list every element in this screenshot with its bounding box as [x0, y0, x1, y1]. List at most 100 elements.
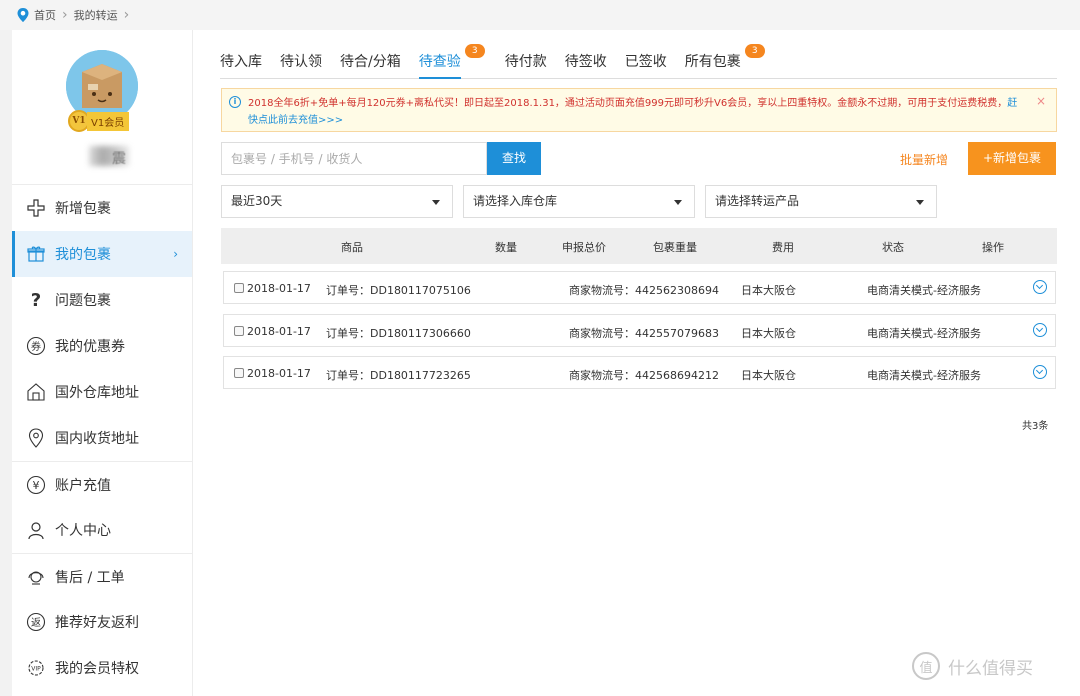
user-icon — [26, 520, 46, 540]
expand-chevron-icon[interactable] — [1033, 280, 1047, 294]
sidebar-item-label: 新增包裹 — [55, 201, 111, 217]
tab-label: 已签收 — [624, 54, 667, 70]
username: 震 — [112, 151, 126, 167]
row-warehouse: 日本大阪仓 — [741, 327, 796, 340]
sidebar-item-coupons[interactable]: 券 我的优惠券 — [12, 323, 192, 369]
tab-pending-signoff[interactable]: 待签收 — [565, 42, 607, 79]
location-pin-icon — [26, 428, 46, 448]
product-select[interactable]: 请选择转运产品 — [705, 185, 937, 218]
sidebar-item-label: 我的优惠券 — [55, 339, 125, 355]
batch-add-link[interactable]: 批量新增 — [900, 151, 948, 168]
warehouse-icon — [26, 382, 46, 402]
caret-down-icon — [432, 200, 440, 205]
breadcrumb-home-link[interactable]: 首页 — [34, 7, 56, 23]
add-package-button[interactable]: +新增包裹 — [968, 142, 1056, 175]
tab-label: 待签收 — [564, 54, 607, 70]
sidebar-item-referral[interactable]: 返 推荐好友返利 — [12, 599, 192, 645]
column-header: 商品 — [341, 241, 363, 254]
row-service: 电商清关模式-经济服务 — [867, 369, 981, 382]
row-checkbox[interactable] — [234, 283, 244, 293]
sidebar-item-recharge[interactable]: ¥ 账户充值 — [12, 461, 192, 507]
info-icon: i — [229, 96, 241, 108]
site-watermark: 值 什么值得买 — [912, 652, 1033, 680]
search-button[interactable]: 查找 — [487, 142, 541, 175]
table-row: 2018-01-17 订单号：DD180117075106 商家物流号：4425… — [223, 271, 1056, 304]
row-warehouse: 日本大阪仓 — [741, 284, 796, 297]
sidebar-item-overseas-warehouse[interactable]: 国外仓库地址 — [12, 369, 192, 415]
sidebar-item-domestic-address[interactable]: 国内收货地址 — [12, 415, 192, 461]
row-tracking-number: 商家物流号：442562308694 — [569, 284, 719, 297]
search-input[interactable] — [221, 142, 487, 175]
select-value: 请选择转运产品 — [715, 194, 800, 208]
vip-label: V1会员 — [87, 111, 130, 131]
svg-text:¥: ¥ — [33, 479, 40, 492]
sidebar-item-label: 售后 / 工单 — [55, 569, 125, 586]
row-tracking-number: 商家物流号：442557079683 — [569, 327, 719, 340]
sidebar-item-personal-center[interactable]: 个人中心 — [12, 507, 192, 553]
location-pin-icon — [17, 8, 29, 22]
headset-icon — [26, 567, 46, 587]
column-header: 操作 — [982, 241, 1004, 254]
tab-label: 待认领 — [280, 54, 322, 70]
count-badge: 3 — [744, 44, 765, 58]
sidebar-item-label: 国内收货地址 — [55, 431, 139, 447]
sidebar-item-label: 问题包裹 — [55, 293, 111, 309]
sidebar-item-after-sales[interactable]: 售后 / 工单 — [12, 553, 192, 599]
row-tracking-number: 商家物流号：442568694212 — [569, 369, 719, 382]
svg-text:券: 券 — [31, 340, 41, 353]
date-range-select[interactable]: 最近30天 — [221, 185, 453, 218]
warehouse-select[interactable]: 请选择入库仓库 — [463, 185, 695, 218]
tab-label: 待付款 — [504, 54, 547, 70]
chevron-right-icon: › — [173, 247, 178, 261]
breadcrumb-current-link[interactable]: 我的转运 — [74, 7, 118, 23]
tab-label: 待合/分箱 — [340, 54, 401, 70]
column-header: 包裹重量 — [653, 241, 697, 254]
user-profile: V1 V1会员 震 — [12, 30, 192, 185]
count-badge: 3 — [464, 44, 485, 58]
vip-badge: V1 V1会员 — [68, 110, 130, 132]
yen-icon: ¥ — [26, 475, 46, 495]
sidebar-item-label: 推荐好友返利 — [55, 615, 139, 631]
row-warehouse: 日本大阪仓 — [741, 369, 796, 382]
tab-pending-inspection[interactable]: 待查验 3 — [418, 42, 485, 79]
sidebar-item-label: 账户充值 — [55, 477, 111, 494]
sidebar-item-my-packages[interactable]: 我的包裹 › — [12, 231, 192, 277]
row-date: 2018-01-17 — [247, 367, 311, 380]
table-row: 2018-01-17 订单号：DD180117306660 商家物流号：4425… — [223, 314, 1056, 347]
sidebar-item-problem-packages[interactable]: ? 问题包裹 — [12, 277, 192, 323]
plus-icon — [26, 198, 46, 218]
tab-signed[interactable]: 已签收 — [625, 42, 667, 79]
row-checkbox[interactable] — [234, 326, 244, 336]
caret-down-icon — [916, 200, 924, 205]
row-service: 电商清关模式-经济服务 — [867, 327, 981, 340]
sidebar: V1 V1会员 震 新增包裹 我的包裹 › ? 问题包裹 券 我的优惠券 国外仓… — [12, 30, 193, 696]
select-value: 请选择入库仓库 — [473, 194, 558, 208]
sidebar-item-label: 国外仓库地址 — [55, 385, 139, 401]
table-header: 商品 数量 申报总价 包裹重量 费用 状态 操作 — [221, 228, 1057, 264]
sidebar-item-add-package[interactable]: 新增包裹 — [12, 185, 192, 231]
expand-chevron-icon[interactable] — [1033, 323, 1047, 337]
sidebar-item-vip-privileges[interactable]: VIP 我的会员特权 — [12, 645, 192, 691]
sidebar-item-label: 我的包裹 — [55, 247, 111, 263]
row-service: 电商清关模式-经济服务 — [867, 284, 981, 297]
row-order-number: 订单号：DD180117075106 — [326, 284, 471, 297]
watermark-logo-icon: 值 — [912, 652, 940, 680]
row-date: 2018-01-17 — [247, 325, 311, 338]
tab-all-packages[interactable]: 所有包裹 3 — [685, 42, 765, 79]
tab-pending-claim[interactable]: 待认领 — [280, 42, 322, 79]
tab-pending-inbound[interactable]: 待入库 — [220, 42, 262, 79]
status-tabs: 待入库 待认领 待合/分箱 待查验 3 待付款 待签收 已签收 所有包裹 3 — [220, 42, 1057, 79]
sidebar-item-label: 我的会员特权 — [55, 661, 139, 677]
row-checkbox[interactable] — [234, 368, 244, 378]
close-icon[interactable]: × — [1036, 93, 1046, 110]
chevron-right-icon: › — [123, 7, 130, 23]
row-order-number: 订单号：DD180117306660 — [326, 327, 471, 340]
notice-text: 2018全年6折+免单+每月120元券+离私代买！即日起至2018.1.31，通… — [248, 98, 1008, 109]
column-header: 费用 — [772, 241, 794, 254]
tab-pending-payment[interactable]: 待付款 — [505, 42, 547, 79]
expand-chevron-icon[interactable] — [1033, 365, 1047, 379]
column-header: 申报总价 — [562, 241, 606, 254]
chevron-right-icon: › — [62, 7, 68, 23]
tab-pending-merge-split[interactable]: 待合/分箱 — [340, 42, 401, 79]
breadcrumb: 首页 › 我的转运 › — [0, 0, 1080, 30]
